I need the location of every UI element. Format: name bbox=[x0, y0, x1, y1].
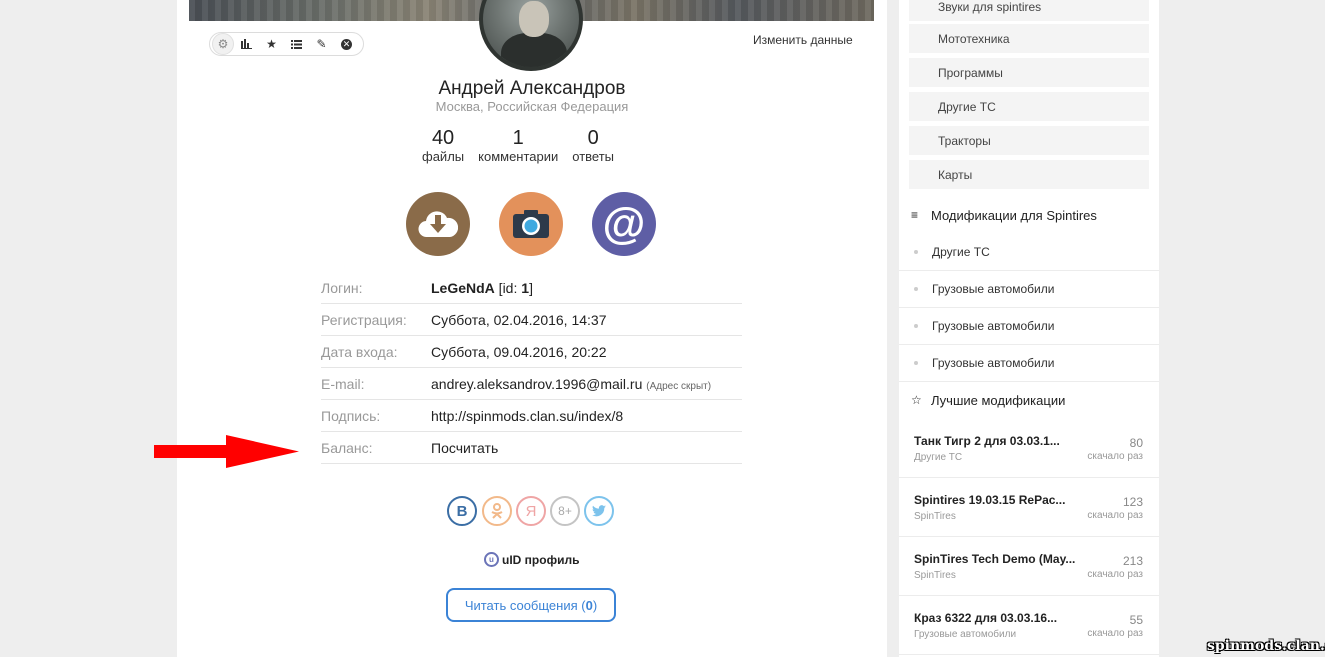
category-link[interactable]: Мототехника bbox=[909, 24, 1149, 53]
email-at-icon[interactable]: @ bbox=[592, 192, 656, 256]
twitter-share-icon[interactable] bbox=[584, 496, 614, 526]
info-row-last-login: Дата входа: Суббота, 09.04.2016, 20:22 bbox=[321, 336, 742, 368]
ok-share-icon[interactable] bbox=[482, 496, 512, 526]
profile-info-table: Логин: LeGeNdA [id: 1] Регистрация: Субб… bbox=[321, 272, 742, 464]
profile-toolbar: ⚙ ★ ✎ ✕ bbox=[209, 32, 364, 56]
category-link[interactable]: Программы bbox=[909, 58, 1149, 87]
email-hidden-note: (Адрес скрыт) bbox=[646, 380, 712, 392]
best-mod-item[interactable]: SpinTires Tech Demo (May... SpinTires 21… bbox=[899, 537, 1159, 596]
email-value: andrey.aleksandrov.1996@mail.ru bbox=[431, 375, 643, 392]
google-plus-share-icon[interactable]: 8+ bbox=[550, 496, 580, 526]
best-mods-section-title: ☆ Лучшие модификации bbox=[911, 392, 1066, 408]
menu-icon: ≡ bbox=[911, 208, 919, 222]
uid-icon: u bbox=[484, 552, 499, 567]
info-row-login: Логин: LeGeNdA [id: 1] bbox=[321, 272, 742, 304]
user-stats: 40 файлы 1 комментарии 0 ответы bbox=[422, 127, 628, 164]
best-mod-item[interactable]: Spintires 19.03.15 RePac... SpinTires 12… bbox=[899, 478, 1159, 537]
edit-profile-link[interactable]: Изменить данные bbox=[753, 33, 853, 47]
mod-list-item[interactable]: Другие ТС bbox=[899, 234, 1159, 271]
mod-list-item[interactable]: Грузовые автомобили bbox=[899, 345, 1159, 382]
pencil-icon[interactable]: ✎ bbox=[309, 33, 334, 55]
category-link[interactable]: Карты bbox=[909, 160, 1149, 189]
mods-section-title: ≡ Модификации для Spintires bbox=[911, 207, 1097, 223]
category-link[interactable]: Тракторы bbox=[909, 126, 1149, 155]
best-mod-item[interactable]: Танк Тигр 2 для 03.03.1... Другие ТС 80 … bbox=[899, 419, 1159, 478]
info-row-balance: Баланс: Посчитать bbox=[321, 432, 742, 464]
gear-icon[interactable]: ⚙ bbox=[212, 33, 234, 55]
site-watermark: spinmods.clan.su bbox=[1207, 638, 1325, 654]
category-link[interactable]: Звуки для spintires bbox=[909, 0, 1149, 21]
login-value: LeGeNdA bbox=[431, 279, 495, 296]
best-mod-item[interactable]: Краз 6322 для 03.03.16... Грузовые автом… bbox=[899, 596, 1159, 655]
avatar[interactable] bbox=[479, 0, 583, 71]
info-row-email: E-mail: andrey.aleksandrov.1996@mail.ru … bbox=[321, 368, 742, 400]
stat-files[interactable]: 40 файлы bbox=[422, 127, 464, 164]
star-icon[interactable]: ★ bbox=[259, 33, 284, 55]
vk-share-icon[interactable]: B bbox=[447, 496, 477, 526]
stat-comments[interactable]: 1 комментарии bbox=[478, 127, 558, 164]
signature-link[interactable]: http://spinmods.clan.su/index/8 bbox=[431, 408, 623, 424]
user-location: Москва, Российская Федерация bbox=[435, 99, 629, 114]
mod-list-item[interactable]: Грузовые автомобили bbox=[899, 308, 1159, 345]
stats-icon[interactable] bbox=[234, 33, 259, 55]
star-outline-icon: ☆ bbox=[911, 393, 922, 407]
category-link[interactable]: Другие ТС bbox=[909, 92, 1149, 121]
profile-card: ⚙ ★ ✎ ✕ Изменить данные Андрей Александр… bbox=[177, 0, 887, 657]
sidebar: Звуки для spintires Мототехника Программ… bbox=[899, 0, 1159, 657]
red-arrow-annotation bbox=[154, 435, 299, 468]
info-row-signature: Подпись: http://spinmods.clan.su/index/8 bbox=[321, 400, 742, 432]
yandex-share-icon[interactable]: Я bbox=[516, 496, 546, 526]
download-icon[interactable] bbox=[406, 192, 470, 256]
read-messages-button[interactable]: Читать сообщения (0) bbox=[446, 588, 616, 622]
mod-list-item[interactable]: Грузовые автомобили bbox=[899, 271, 1159, 308]
uid-profile-link[interactable]: u uID профиль bbox=[484, 552, 579, 567]
login-id: 1 bbox=[521, 279, 530, 296]
camera-icon[interactable] bbox=[499, 192, 563, 256]
balance-calc-link[interactable]: Посчитать bbox=[431, 440, 498, 456]
close-icon[interactable]: ✕ bbox=[334, 33, 359, 55]
list-icon[interactable] bbox=[284, 33, 309, 55]
info-row-registration: Регистрация: Суббота, 02.04.2016, 14:37 bbox=[321, 304, 742, 336]
stat-answers[interactable]: 0 ответы bbox=[572, 127, 614, 164]
user-name: Андрей Александров bbox=[438, 78, 626, 99]
